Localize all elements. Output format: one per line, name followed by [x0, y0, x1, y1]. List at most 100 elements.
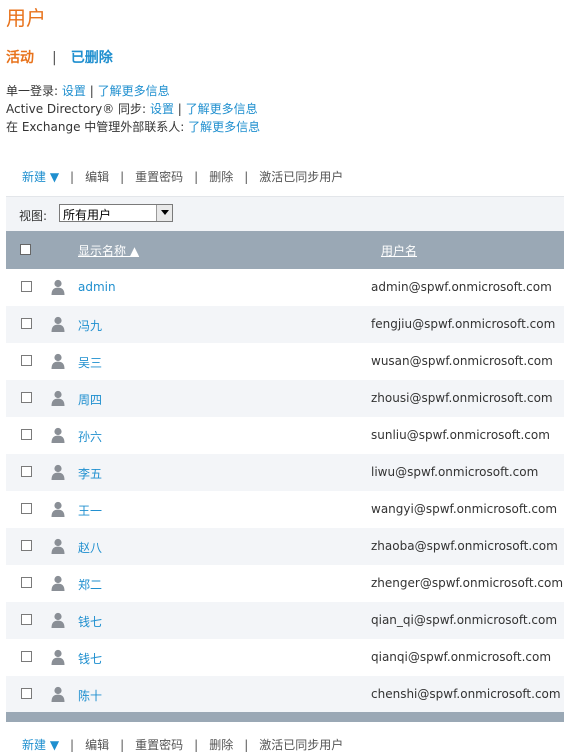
user-display-name-link[interactable]: 周四 — [78, 391, 102, 408]
user-display-name-link[interactable]: 郑二 — [78, 576, 102, 593]
view-select-value: 所有用户 — [63, 208, 112, 222]
row-checkbox[interactable] — [21, 281, 32, 292]
ad-sync-separator: | — [177, 102, 182, 116]
view-label: 视图: — [19, 209, 48, 223]
row-checkbox[interactable] — [21, 392, 32, 403]
table-row[interactable]: 赵八 zhaoba@spwf.onmicrosoft.com — [6, 528, 564, 565]
sso-label: 单一登录: — [6, 84, 59, 98]
table-row[interactable]: 郑二 zhenger@spwf.onmicrosoft.com — [6, 565, 564, 602]
user-display-name-link[interactable]: 陈十 — [78, 687, 102, 704]
row-checkbox[interactable] — [21, 318, 32, 329]
row-checkbox[interactable] — [21, 651, 32, 662]
row-checkbox[interactable] — [21, 429, 32, 440]
new-button[interactable]: 新建 ▼ — [22, 738, 59, 752]
table-row[interactable]: 陈十 chenshi@spwf.onmicrosoft.com — [6, 676, 564, 713]
row-checkbox[interactable] — [21, 503, 32, 514]
sso-learn-more-link[interactable]: 了解更多信息 — [98, 84, 170, 98]
select-all-checkbox[interactable] — [20, 244, 31, 255]
table-header: 显示名称 ▲ 用户名 — [6, 231, 564, 269]
user-display-name-link[interactable]: 冯九 — [78, 317, 102, 334]
user-display-name-link[interactable]: 吴三 — [78, 354, 102, 371]
ad-sync-info-line: Active Directory® 同步: 设置 | 了解更多信息 — [6, 100, 258, 117]
exchange-label: 在 Exchange 中管理外部联系人: — [6, 120, 185, 134]
user-icon — [51, 316, 65, 332]
filter-tabs: 活动 | 已删除 — [6, 47, 113, 67]
column-user-name[interactable]: 用户名 — [381, 242, 417, 259]
toolbar-separator: | — [244, 738, 249, 752]
user-name-cell: admin@spwf.onmicrosoft.com — [371, 280, 552, 294]
toolbar-top: 新建 ▼ | 编辑 | 重置密码 | 删除 | 激活已同步用户 — [22, 168, 343, 185]
user-display-name-link[interactable]: admin — [78, 280, 116, 294]
user-name-cell: chenshi@spwf.onmicrosoft.com — [371, 687, 561, 701]
edit-button[interactable]: 编辑 — [85, 738, 109, 752]
user-name-cell: fengjiu@spwf.onmicrosoft.com — [371, 317, 556, 331]
row-checkbox[interactable] — [21, 688, 32, 699]
reset-password-button[interactable]: 重置密码 — [135, 170, 183, 184]
view-filter-bar: 视图: 所有用户 — [6, 196, 564, 232]
user-display-name-link[interactable]: 李五 — [78, 465, 102, 482]
user-display-name-link[interactable]: 孙六 — [78, 428, 102, 445]
delete-button[interactable]: 删除 — [209, 738, 233, 752]
new-button[interactable]: 新建 ▼ — [22, 170, 59, 184]
table-row[interactable]: admin admin@spwf.onmicrosoft.com — [6, 269, 564, 306]
table-row[interactable]: 王一 wangyi@spwf.onmicrosoft.com — [6, 491, 564, 528]
table-row[interactable]: 李五 liwu@spwf.onmicrosoft.com — [6, 454, 564, 491]
table-row[interactable]: 孙六 sunliu@spwf.onmicrosoft.com — [6, 417, 564, 454]
toolbar-separator: | — [70, 738, 75, 752]
user-name-cell: qianqi@spwf.onmicrosoft.com — [371, 650, 552, 664]
table-row[interactable]: 钱七 qianqi@spwf.onmicrosoft.com — [6, 639, 564, 676]
row-checkbox[interactable] — [21, 540, 32, 551]
user-icon — [51, 279, 65, 295]
exchange-learn-more-link[interactable]: 了解更多信息 — [188, 120, 260, 134]
user-icon — [51, 501, 65, 517]
row-checkbox[interactable] — [21, 577, 32, 588]
row-checkbox[interactable] — [21, 466, 32, 477]
sso-setup-link[interactable]: 设置 — [62, 84, 86, 98]
user-name-cell: wusan@spwf.onmicrosoft.com — [371, 354, 553, 368]
tab-active[interactable]: 活动 — [6, 50, 34, 66]
activate-synced-users-button[interactable]: 激活已同步用户 — [259, 170, 343, 184]
user-display-name-link[interactable]: 王一 — [78, 502, 102, 519]
user-name-cell: wangyi@spwf.onmicrosoft.com — [371, 502, 558, 516]
toolbar-separator: | — [244, 170, 249, 184]
table-footer — [6, 712, 564, 722]
toolbar-separator: | — [194, 170, 199, 184]
table-row[interactable]: 吴三 wusan@spwf.onmicrosoft.com — [6, 343, 564, 380]
user-display-name-link[interactable]: 钱七 — [78, 650, 102, 667]
tab-deleted[interactable]: 已删除 — [71, 50, 113, 66]
exchange-info-line: 在 Exchange 中管理外部联系人: 了解更多信息 — [6, 118, 260, 135]
ad-sync-setup-link[interactable]: 设置 — [150, 102, 174, 116]
user-icon — [51, 390, 65, 406]
dropdown-arrow-icon[interactable] — [156, 205, 172, 221]
table-row[interactable]: 周四 zhousi@spwf.onmicrosoft.com — [6, 380, 564, 417]
user-icon — [51, 353, 65, 369]
user-name-cell: liwu@spwf.onmicrosoft.com — [371, 465, 539, 479]
sso-separator: | — [89, 84, 94, 98]
page-title: 用户 — [6, 6, 46, 30]
user-icon — [51, 464, 65, 480]
reset-password-button[interactable]: 重置密码 — [135, 738, 183, 752]
user-icon — [51, 427, 65, 443]
edit-button[interactable]: 编辑 — [85, 170, 109, 184]
user-icon — [51, 649, 65, 665]
user-display-name-link[interactable]: 钱七 — [78, 613, 102, 630]
sso-info-line: 单一登录: 设置 | 了解更多信息 — [6, 82, 170, 99]
delete-button[interactable]: 删除 — [209, 170, 233, 184]
user-icon — [51, 612, 65, 628]
view-select[interactable]: 所有用户 — [59, 204, 173, 222]
row-checkbox[interactable] — [21, 355, 32, 366]
user-icon — [51, 538, 65, 554]
toolbar-separator: | — [120, 738, 125, 752]
row-checkbox[interactable] — [21, 614, 32, 625]
user-name-cell: zhousi@spwf.onmicrosoft.com — [371, 391, 553, 405]
tab-separator: | — [52, 50, 57, 66]
activate-synced-users-button[interactable]: 激活已同步用户 — [259, 738, 343, 752]
table-row[interactable]: 冯九 fengjiu@spwf.onmicrosoft.com — [6, 306, 564, 343]
table-row[interactable]: 钱七 qian_qi@spwf.onmicrosoft.com — [6, 602, 564, 639]
toolbar-separator: | — [120, 170, 125, 184]
user-display-name-link[interactable]: 赵八 — [78, 539, 102, 556]
user-name-cell: qian_qi@spwf.onmicrosoft.com — [371, 613, 558, 627]
column-display-name[interactable]: 显示名称 ▲ — [78, 242, 139, 259]
toolbar-separator: | — [70, 170, 75, 184]
ad-sync-learn-more-link[interactable]: 了解更多信息 — [186, 102, 258, 116]
